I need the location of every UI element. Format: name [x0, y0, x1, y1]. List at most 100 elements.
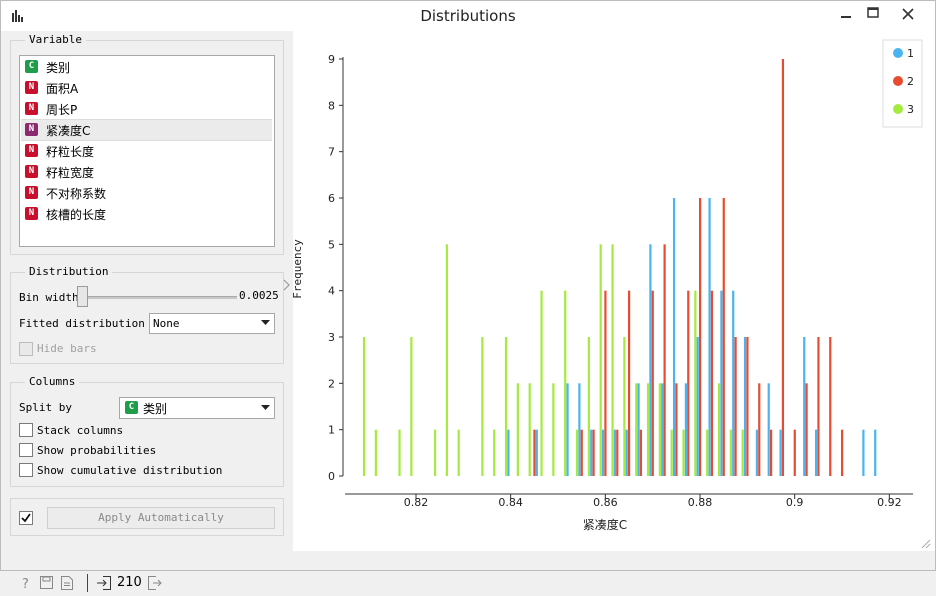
x-tick-label: 0.82	[404, 496, 429, 509]
variable-item-4[interactable]: N 籽粒长度	[21, 141, 272, 161]
bar-series-2-6	[639, 429, 643, 476]
help-icon[interactable]: ?	[20, 576, 32, 590]
x-axis-label: 紧凑度C	[583, 517, 627, 532]
maximize-icon[interactable]	[856, 3, 890, 25]
x-tick-label: 0.86	[593, 496, 618, 509]
numeric-icon: N	[25, 186, 38, 199]
bar-series-2-15	[746, 337, 749, 476]
bar-series-1-1	[535, 429, 538, 476]
variable-label: 籽粒宽度	[46, 166, 95, 180]
variable-item-0[interactable]: C 类别	[21, 57, 272, 77]
variable-label: 紧凑度C	[46, 124, 91, 138]
bar-series-2-18	[781, 59, 785, 476]
resize-grip-icon[interactable]	[921, 539, 931, 549]
bar-series-1-20	[779, 429, 782, 476]
bar-series-2-21	[817, 337, 820, 476]
variable-list[interactable]: C 类别 N 面积A N 周长P N 紧凑度C N 籽粒长度 N 籽粒宽度 N …	[19, 55, 275, 247]
show-cumulative-label: Show cumulative distribution	[37, 464, 223, 477]
bar-series-3-2	[398, 429, 401, 476]
y-axis-label: Frequency	[293, 239, 304, 299]
bars-layer	[362, 59, 877, 476]
input-data-icon	[97, 576, 111, 590]
bar-series-2-3	[604, 290, 607, 476]
bar-series-3-28	[729, 429, 732, 476]
bar-series-3-26	[706, 429, 709, 476]
bin-width-value: 0.0025	[239, 289, 279, 302]
y-tick-label: 3	[328, 331, 335, 344]
bar-series-2-0	[533, 429, 536, 476]
show-cumulative-checkbox[interactable]	[19, 463, 33, 477]
bar-series-3-21	[646, 383, 650, 476]
save-icon[interactable]	[40, 576, 53, 589]
variable-label: 籽粒长度	[46, 145, 95, 159]
apply-automatically-checkbox[interactable]	[19, 511, 33, 525]
bar-series-2-7	[651, 290, 654, 476]
bar-series-3-5	[445, 244, 448, 476]
variable-item-1[interactable]: N 面积A	[21, 78, 272, 98]
bar-series-3-22	[658, 383, 661, 476]
bar-series-1-23	[862, 429, 865, 476]
columns-group: Columns Split by C 类别 Stack columns Show…	[10, 375, 284, 487]
bar-series-1-8	[637, 383, 640, 476]
fitted-distribution-select[interactable]: None	[149, 313, 275, 334]
bin-width-slider-track[interactable]	[77, 296, 237, 299]
bar-series-2-22	[829, 337, 832, 476]
status-divider	[87, 574, 88, 592]
split-by-select[interactable]: C 类别	[119, 397, 275, 419]
bar-series-2-10	[687, 290, 690, 476]
status-bar: ? 210	[1, 570, 291, 596]
distribution-group: Distribution Bin width 0.0025 Fitted dis…	[10, 265, 284, 364]
variable-item-3-selected[interactable]: N 紧凑度C	[21, 119, 272, 141]
bar-series-3-27	[717, 383, 721, 476]
legend-marker-1	[893, 48, 903, 58]
apply-button[interactable]: Apply Automatically	[47, 507, 275, 529]
bar-series-3-20	[635, 383, 638, 476]
bar-series-1-24	[874, 429, 877, 476]
fitted-distribution-value: None	[153, 317, 180, 330]
legend-label-2: 2	[907, 75, 914, 88]
bar-series-3-14	[564, 290, 567, 476]
bar-series-2-14	[734, 337, 737, 476]
variable-item-2[interactable]: N 周长P	[21, 99, 272, 119]
y-tick-label: 8	[328, 99, 335, 112]
bar-series-3-3	[410, 337, 413, 476]
variable-label: 周长P	[46, 103, 78, 117]
variable-item-7[interactable]: N 核槽的长度	[21, 204, 272, 224]
bin-width-slider-handle[interactable]	[77, 286, 88, 307]
bar-series-2-2	[592, 429, 595, 476]
y-tick-label: 4	[328, 285, 335, 298]
stack-columns-checkbox[interactable]	[19, 423, 33, 437]
variable-group-title: Variable	[25, 33, 86, 46]
bar-series-1-6	[613, 429, 616, 476]
bar-series-3-17	[599, 244, 602, 476]
bar-series-2-17	[770, 429, 773, 476]
variable-label: 面积A	[46, 82, 79, 96]
bar-series-1-22	[814, 429, 818, 476]
collapse-panel-icon[interactable]	[283, 279, 291, 291]
title-bar: Distributions	[1, 1, 935, 31]
distributions-window: Distributions Variable C 类别 N 面积A N 周长P	[0, 0, 936, 592]
legend: 1 2 3	[882, 39, 923, 128]
variable-group: Variable C 类别 N 面积A N 周长P N 紧凑度C N 籽粒长度 …	[10, 33, 284, 255]
plot-area: 0 1 2 3 4 5 6 7 8 9 0.82 0.84 0.86 0.88 0.9 0.92 紧凑度C F…	[291, 31, 935, 551]
bar-series-1-21	[803, 337, 806, 476]
bar-series-1-0	[507, 429, 510, 476]
show-probabilities-checkbox[interactable]	[19, 443, 33, 457]
y-tick-label: 9	[328, 53, 335, 66]
variable-item-6[interactable]: N 不对称系数	[21, 183, 272, 203]
variable-item-5[interactable]: N 籽粒宽度	[21, 162, 272, 182]
bar-series-3-7	[481, 337, 484, 476]
show-probabilities-label: Show probabilities	[37, 444, 157, 457]
close-icon[interactable]	[891, 3, 925, 25]
hide-bars-checkbox[interactable]	[19, 342, 33, 356]
bar-series-1-19	[767, 383, 770, 476]
y-tick-label: 0	[328, 470, 335, 483]
legend-marker-2	[893, 76, 903, 86]
bar-series-1-10	[661, 383, 664, 476]
report-icon[interactable]	[61, 576, 73, 590]
bar-series-2-8	[663, 244, 666, 476]
hide-bars-label: Hide bars	[37, 342, 97, 355]
variable-label: 核槽的长度	[46, 208, 107, 222]
bar-series-1-15	[720, 290, 723, 476]
distribution-chart[interactable]: 0 1 2 3 4 5 6 7 8 9 0.82 0.84 0.86 0.88 0.9 0.92 紧凑度C F…	[291, 31, 935, 551]
